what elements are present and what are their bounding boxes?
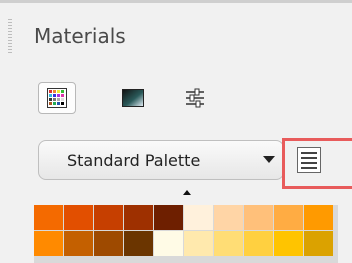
grid-swatch-icon (47, 88, 67, 108)
color-swatch[interactable] (34, 231, 63, 256)
color-swatch[interactable] (94, 205, 123, 230)
color-swatch[interactable] (64, 231, 93, 256)
color-swatch[interactable] (244, 205, 273, 230)
gradient-icon (122, 89, 144, 107)
chevron-down-icon (263, 156, 275, 163)
color-swatch[interactable] (274, 231, 303, 256)
color-swatch[interactable] (244, 231, 273, 256)
palette-menu-button[interactable] (297, 147, 321, 173)
sliders-icon (186, 88, 204, 108)
color-swatch[interactable] (214, 231, 243, 256)
sliders-mode-button[interactable] (176, 82, 214, 114)
swatch-caret-icon (183, 190, 191, 195)
color-swatch[interactable] (124, 231, 153, 256)
color-swatch[interactable] (274, 205, 303, 230)
materials-panel: Materials Standard Palette (0, 3, 352, 263)
color-swatch[interactable] (304, 231, 333, 256)
color-swatch[interactable] (154, 205, 183, 230)
palette-dropdown[interactable]: Standard Palette (38, 140, 284, 180)
color-swatch[interactable] (304, 205, 333, 230)
color-swatch[interactable] (124, 205, 153, 230)
color-swatch[interactable] (184, 231, 213, 256)
panel-title: Materials (34, 24, 126, 48)
color-swatch[interactable] (154, 231, 183, 256)
color-swatch[interactable] (214, 205, 243, 230)
palette-dropdown-label: Standard Palette (67, 151, 201, 170)
color-swatch[interactable] (184, 205, 213, 230)
color-swatch[interactable] (34, 205, 63, 230)
color-swatch[interactable] (94, 231, 123, 256)
swatches-mode-button[interactable] (38, 82, 76, 114)
color-swatch[interactable] (64, 205, 93, 230)
gradient-mode-button[interactable] (114, 82, 152, 114)
panel-grip[interactable] (8, 19, 12, 55)
palette-menu-icon (297, 147, 321, 173)
swatch-grid (34, 205, 338, 263)
